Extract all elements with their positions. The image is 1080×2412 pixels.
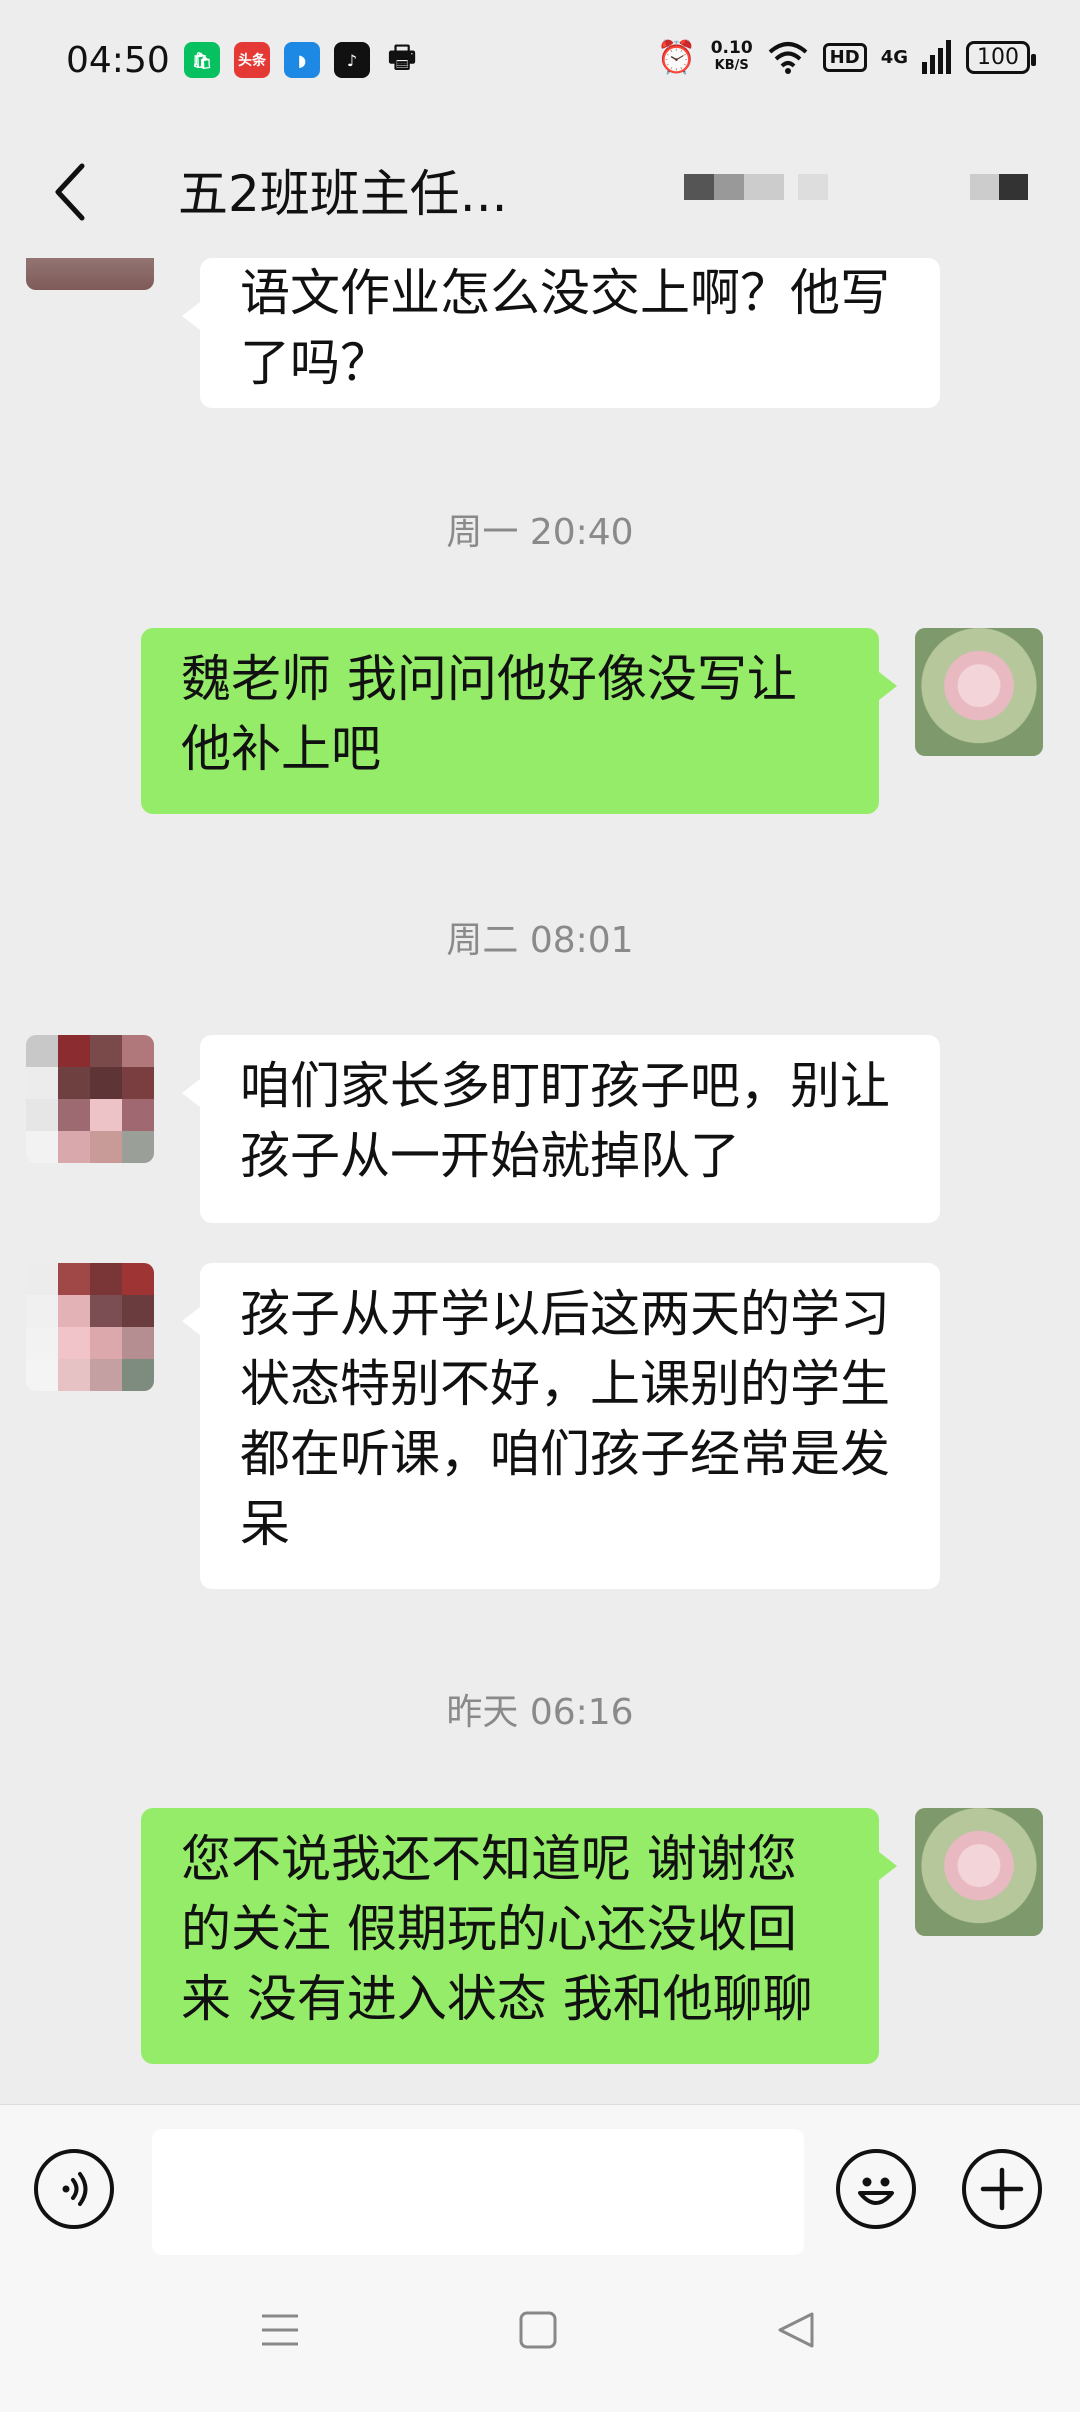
redacted-block [970, 174, 1028, 200]
signal-4g-label: 4G [880, 46, 908, 68]
printer-icon: 🖶 [387, 39, 417, 75]
back-arrow-icon[interactable] [44, 152, 104, 232]
input-bar [0, 2104, 1080, 2261]
blue-app-icon: ◗ [284, 42, 320, 78]
net-speed-value: 0.10 [710, 38, 753, 58]
status-bar: 04:50 🛍 头条 ◗ ♪ 🖶 ⏰ 0.10 KB/S HD 4G 100 [0, 0, 1080, 124]
chat-title: 五2班班主任... [178, 165, 508, 223]
menu-icon[interactable] [260, 2310, 300, 2350]
message-list[interactable]: 语文作业怎么没交上啊？他写了吗？ 周一 20:40 魏老师 我问问他好像没写让他… [0, 258, 1080, 2104]
redacted-block [744, 174, 784, 200]
back-icon[interactable] [776, 2310, 816, 2350]
contact-avatar[interactable] [26, 1263, 154, 1391]
signal-bars-icon [922, 40, 951, 74]
voice-input-button[interactable] [34, 2149, 114, 2229]
contact-avatar[interactable] [26, 258, 154, 290]
message-bubble-outgoing[interactable]: 魏老师 我问问他好像没写让他补上吧 [141, 628, 897, 814]
voice-icon [62, 2172, 88, 2206]
timestamp: 周一 20:40 [446, 512, 634, 553]
redacted-block [684, 174, 744, 200]
battery-indicator: 100 [966, 40, 1036, 74]
contact-avatar[interactable] [26, 1035, 154, 1163]
wechat-shop-app-icon: 🛍 [184, 42, 220, 78]
hd-badge: HD [822, 42, 867, 72]
net-speed: 0.10 KB/S [711, 39, 753, 75]
toutiao-app-icon: 头条 [234, 42, 270, 78]
timestamp: 周二 08:01 [446, 920, 634, 961]
status-indicators: ⏰ 0.10 KB/S HD 4G 100 [656, 38, 1036, 76]
emoji-icon [858, 2177, 894, 2205]
my-avatar[interactable] [915, 1808, 1043, 1936]
plus-icon [980, 2167, 1024, 2211]
alarm-icon: ⏰ [656, 38, 697, 76]
notification-icons: 🛍 头条 ◗ ♪ 🖶 [184, 39, 420, 78]
status-time: 04:50 [66, 40, 170, 81]
net-speed-unit: KB/S [714, 58, 749, 73]
message-bubble-incoming[interactable]: 咱们家长多盯盯孩子吧，别让孩子从一开始就掉队了 [182, 1035, 940, 1223]
more-options-button[interactable] [962, 2149, 1042, 2229]
wifi-icon [768, 42, 807, 74]
message-bubble-incoming[interactable]: 孩子从开学以后这两天的学习状态特别不好，上课别的学生都在听课，咱们孩子经常是发呆 [182, 1263, 940, 1589]
redacted-block [798, 174, 828, 200]
message-bubble-outgoing[interactable]: 您不说我还不知道呢 谢谢您的关注 假期玩的心还没收回来 没有进入状态 我和他聊聊 [141, 1808, 897, 2064]
chat-header: 五2班班主任... [0, 124, 1080, 264]
system-nav-bar [0, 2260, 1080, 2412]
my-avatar[interactable] [915, 628, 1043, 756]
emoji-button[interactable] [836, 2149, 916, 2229]
message-bubble-incoming[interactable]: 语文作业怎么没交上啊？他写了吗？ [182, 258, 940, 408]
home-icon[interactable] [518, 2310, 558, 2350]
message-input[interactable] [152, 2129, 804, 2255]
douyin-app-icon: ♪ [334, 42, 370, 78]
timestamp: 昨天 06:16 [446, 1692, 634, 1733]
